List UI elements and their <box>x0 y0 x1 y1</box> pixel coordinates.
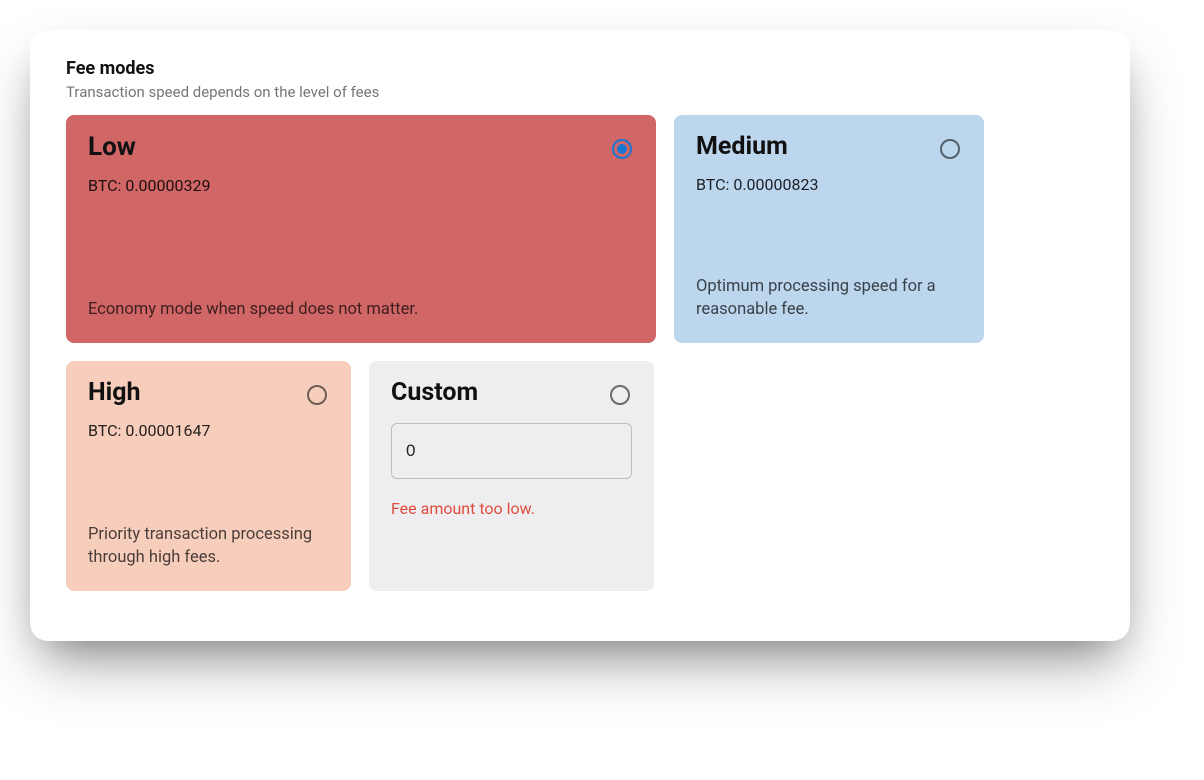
radio-unselected-icon[interactable] <box>938 137 962 161</box>
fee-row-1: Low BTC: 0.00000329 Economy mode when sp… <box>66 115 1094 343</box>
fee-tile-high-desc: Priority transaction processing through … <box>88 524 329 569</box>
radio-unselected-icon[interactable] <box>305 383 329 407</box>
fee-tile-low-desc: Economy mode when speed does not matter. <box>88 299 634 321</box>
fee-tile-high-amount: BTC: 0.00001647 <box>88 421 329 440</box>
fee-tile-high[interactable]: High BTC: 0.00001647 Priority transactio… <box>66 361 351 591</box>
fee-row-2: High BTC: 0.00001647 Priority transactio… <box>66 361 1094 591</box>
fee-tile-custom[interactable]: Custom Fee amount too low. <box>369 361 654 591</box>
fee-tile-medium-amount: BTC: 0.00000823 <box>696 175 962 194</box>
fee-tile-medium-title: Medium <box>696 133 788 161</box>
section-subtitle: Transaction speed depends on the level o… <box>66 83 1094 101</box>
fee-tile-low-amount: BTC: 0.00000329 <box>88 176 634 195</box>
fee-tile-low-title: Low <box>88 133 136 162</box>
fee-tile-medium[interactable]: Medium BTC: 0.00000823 Optimum processin… <box>674 115 984 343</box>
fee-tile-low[interactable]: Low BTC: 0.00000329 Economy mode when sp… <box>66 115 656 343</box>
fee-tile-medium-desc: Optimum processing speed for a reasonabl… <box>696 276 962 321</box>
fee-modes-card: Fee modes Transaction speed depends on t… <box>30 30 1130 641</box>
custom-fee-input[interactable] <box>391 423 632 479</box>
radio-unselected-icon[interactable] <box>608 383 632 407</box>
fee-tile-custom-title: Custom <box>391 379 478 407</box>
section-title: Fee modes <box>66 58 1094 79</box>
custom-fee-error: Fee amount too low. <box>391 499 632 518</box>
radio-selected-icon[interactable] <box>610 137 634 161</box>
fee-tile-high-title: High <box>88 379 141 407</box>
